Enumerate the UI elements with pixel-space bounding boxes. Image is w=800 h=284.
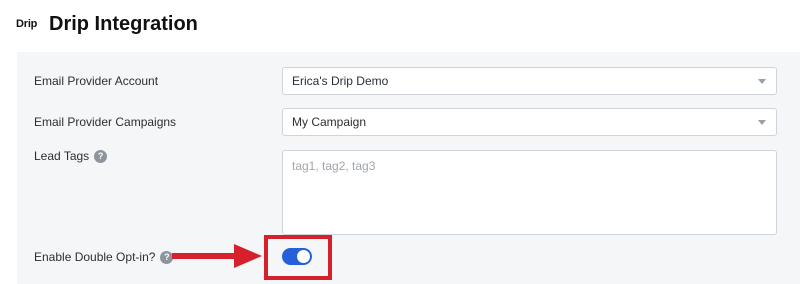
drip-logo: Drip	[16, 18, 38, 30]
double-optin-label: Enable Double Opt-in? ?	[34, 250, 174, 264]
page-title: Drip Integration	[49, 12, 198, 35]
double-optin-toggle[interactable]	[282, 248, 312, 265]
email-provider-account-value: Erica's Drip Demo	[292, 74, 389, 88]
email-provider-campaigns-value: My Campaign	[292, 115, 367, 129]
chevron-down-icon	[758, 120, 766, 125]
chevron-down-icon	[758, 79, 766, 84]
toggle-knob	[297, 250, 310, 263]
help-icon[interactable]: ?	[94, 149, 108, 163]
red-arrow-annotation	[172, 244, 262, 268]
email-provider-account-select[interactable]: Erica's Drip Demo	[282, 67, 777, 95]
email-provider-campaigns-select[interactable]: My Campaign	[282, 108, 777, 136]
email-provider-campaigns-label: Email Provider Campaigns	[34, 115, 177, 129]
email-provider-account-label: Email Provider Account	[34, 74, 159, 88]
lead-tags-input[interactable]	[282, 150, 777, 235]
page-header: Drip Drip Integration	[16, 8, 198, 40]
lead-tags-label: Lead Tags ?	[34, 149, 108, 163]
